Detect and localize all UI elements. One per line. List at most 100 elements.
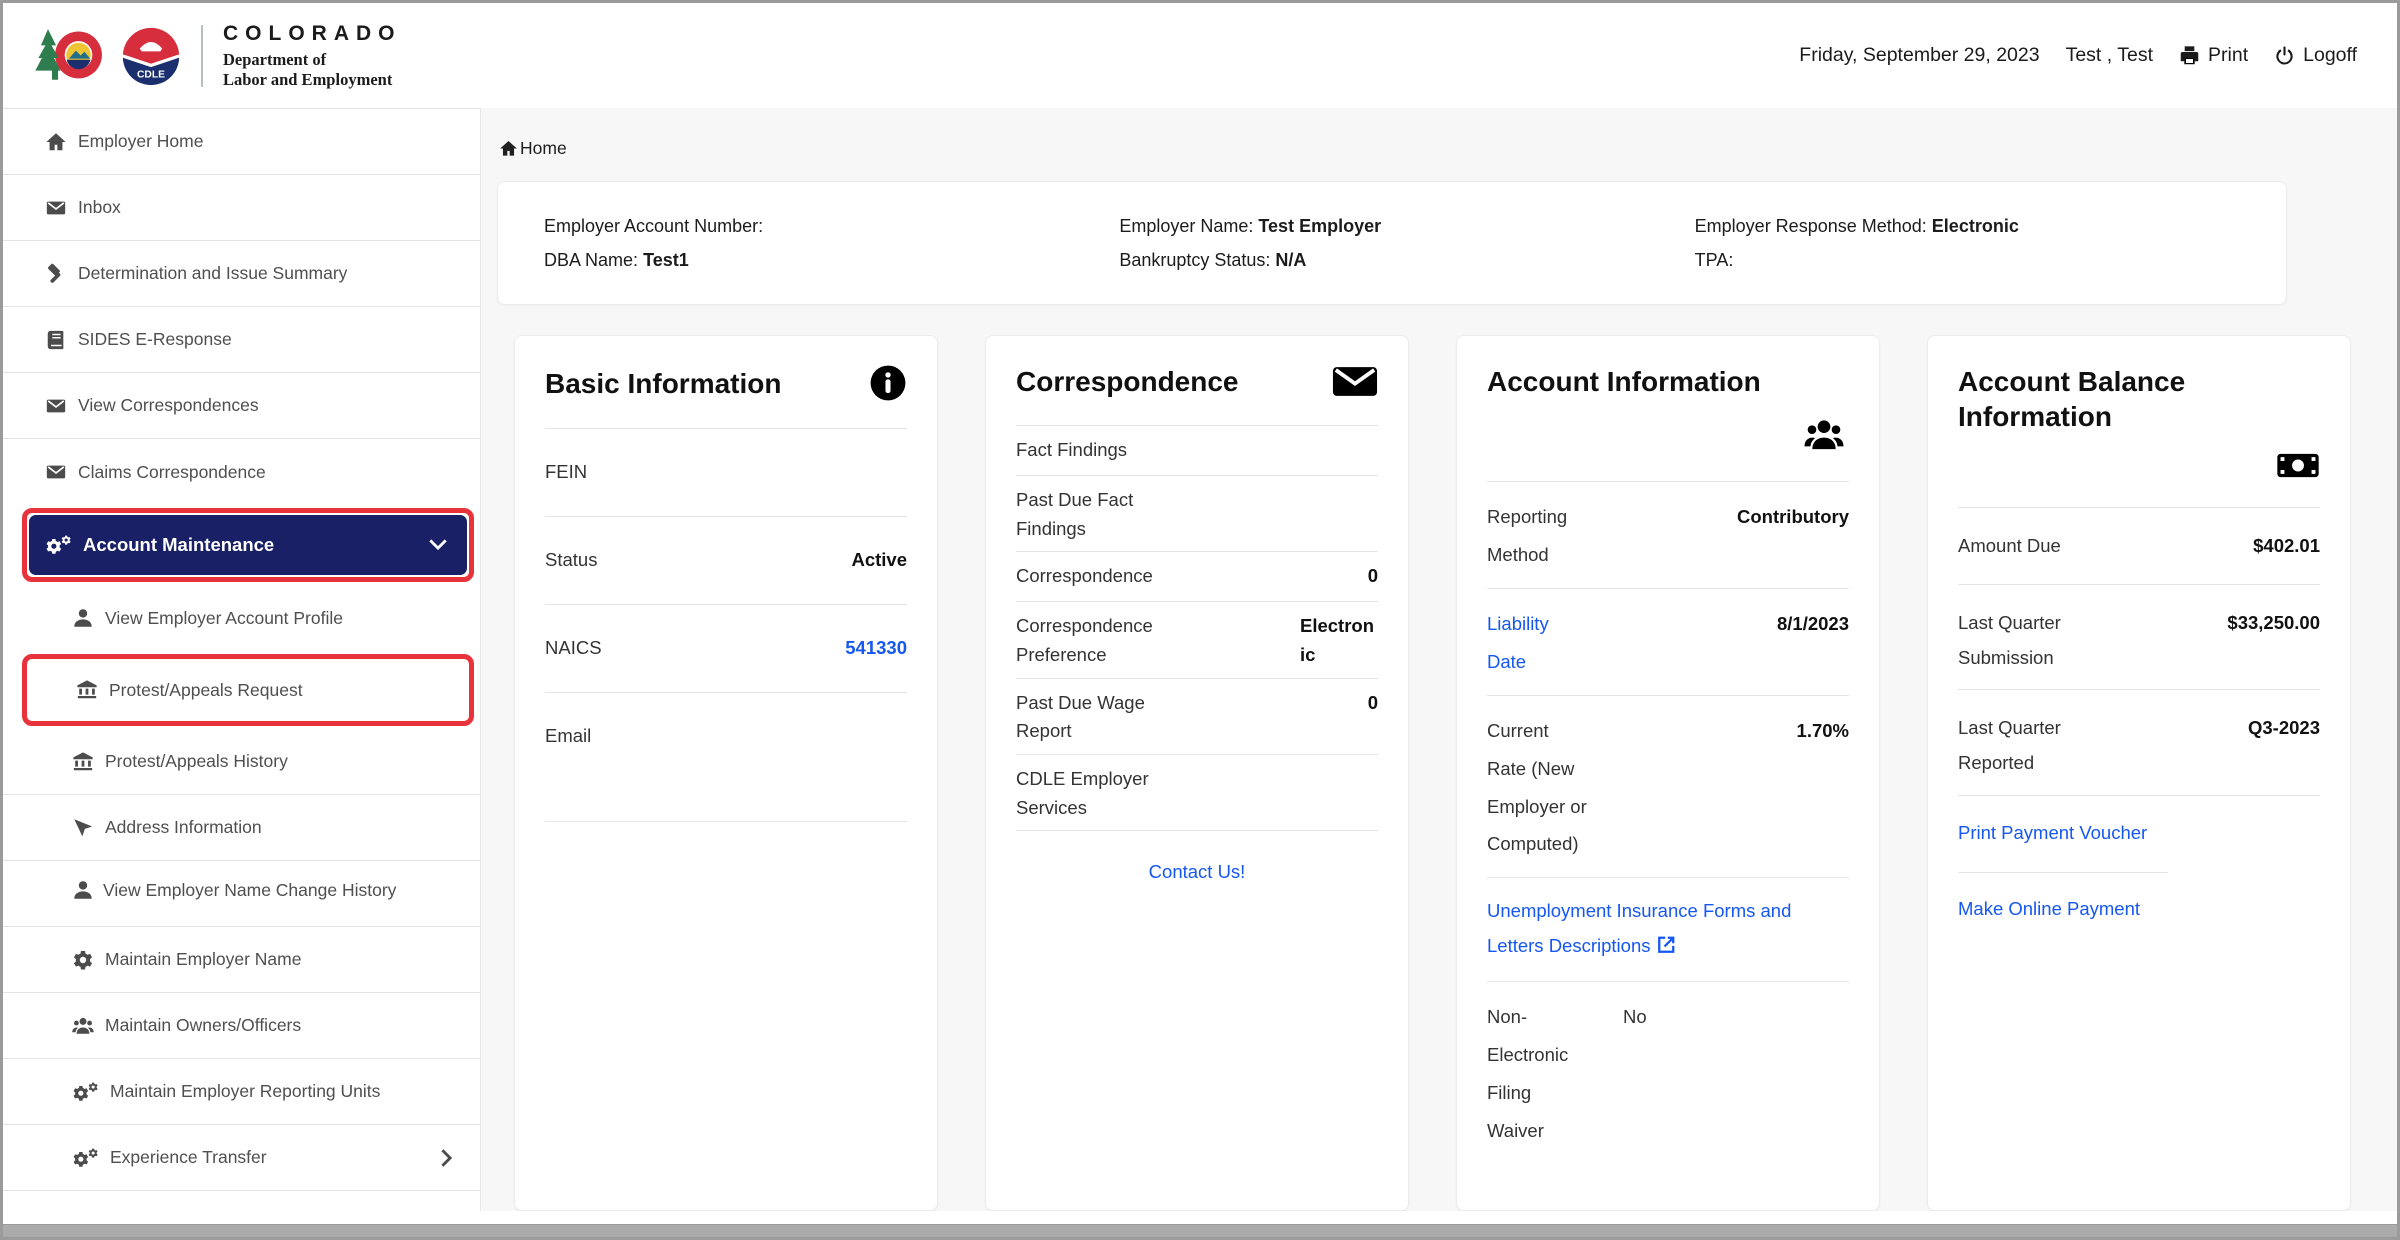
annotation-box-account-maintenance: Account Maintenance [22, 508, 474, 582]
info-circle-icon[interactable] [869, 364, 907, 402]
bank-icon [76, 679, 98, 701]
annotation-box-protest-appeals-request: Protest/Appeals Request [22, 654, 474, 726]
logged-in-user: Test , Test [2066, 44, 2153, 67]
sidebar-item-maintain-employer-reporting-units[interactable]: Maintain Employer Reporting Units [3, 1059, 480, 1125]
bankruptcy-status-value: N/A [1275, 250, 1306, 270]
past-due-wage-report-row: Past Due Wage Report 0 [1016, 678, 1378, 754]
external-link-icon [1656, 934, 1677, 955]
make-online-payment-row: Make Online Payment [1958, 872, 2320, 949]
sidebar-item-view-employer-name-change-history[interactable]: View Employer Name Change History [3, 861, 480, 927]
sidebar-item-inbox[interactable]: Inbox [3, 175, 480, 241]
contact-us-link[interactable]: Contact Us! [1149, 861, 1246, 882]
sidebar-item-claims-correspondence[interactable]: Claims Correspondence [3, 439, 480, 505]
make-online-payment-link[interactable]: Make Online Payment [1958, 898, 2140, 919]
status-row: Status Active [545, 516, 907, 604]
sidebar-item-employer-home[interactable]: Employer Home [3, 109, 480, 175]
correspondence-title: Correspondence [1016, 364, 1239, 399]
sidebar-item-protest-appeals-history[interactable]: Protest/Appeals History [3, 729, 480, 795]
sidebar-nav: Employer Home Inbox Determination and Is… [3, 108, 481, 1211]
print-button[interactable]: Print [2179, 44, 2248, 67]
employer-account-number-label: Employer Account Number: [544, 216, 763, 236]
sidebar-item-maintain-employer-name[interactable]: Maintain Employer Name [3, 927, 480, 993]
cogs-icon [72, 1081, 99, 1103]
ui-forms-row: Unemployment Insurance Forms and Letters… [1487, 877, 1849, 980]
sidebar-item-account-maintenance[interactable]: Account Maintenance [29, 515, 467, 575]
user-icon [72, 607, 94, 629]
past-due-fact-findings-row: Past Due Fact Findings [1016, 475, 1378, 551]
logo-title: COLORADO [223, 22, 402, 46]
power-icon [2274, 45, 2295, 66]
main-content: Home Employer Account Number: DBA Name: … [481, 108, 2397, 1211]
correspondence-card: Correspondence Fact Findings Past Due Fa… [985, 335, 1409, 1211]
fact-findings-row: Fact Findings [1016, 425, 1378, 475]
sidebar-item-view-employer-account-profile[interactable]: View Employer Account Profile [3, 585, 480, 651]
employer-name-value: Test Employer [1258, 216, 1381, 236]
tpa-label: TPA: [1695, 250, 1734, 270]
envelope-icon [45, 197, 67, 219]
employer-summary-bar: Employer Account Number: DBA Name: Test1… [497, 181, 2287, 305]
breadcrumb-home-label: Home [520, 138, 567, 159]
basic-information-title: Basic Information [545, 366, 781, 401]
non-electronic-filing-waiver-row: Non-Electronic Filing Waiver No [1487, 981, 1849, 1164]
sidebar-item-protest-appeals-request[interactable]: Protest/Appeals Request [29, 661, 467, 719]
basic-information-card: Basic Information FEIN Status Active NAI… [514, 335, 938, 1211]
sidebar-item-experience-transfer[interactable]: Experience Transfer [3, 1125, 480, 1191]
cdle-badge-icon: CDLE [121, 26, 181, 86]
correspondence-count-row: Correspondence 0 [1016, 551, 1378, 601]
liability-date-row: Liability Date 8/1/2023 [1487, 588, 1849, 695]
print-payment-voucher-link[interactable]: Print Payment Voucher [1958, 822, 2147, 843]
sidebar-item-view-correspondences[interactable]: View Correspondences [3, 373, 480, 439]
logo-subtitle-1: Department of [223, 50, 402, 70]
app-window: CDLE COLORADO Department of Labor and Em… [0, 0, 2400, 1240]
ui-forms-letters-link[interactable]: Unemployment Insurance Forms and Letters… [1487, 900, 1791, 955]
account-information-card: Account Information Reporting Method Con… [1456, 335, 1880, 1211]
bank-icon [72, 751, 94, 773]
svg-text:CDLE: CDLE [137, 69, 165, 80]
summary-col-1: Employer Account Number: DBA Name: Test1 [544, 209, 1089, 277]
current-rate-row: Current Rate (New Employer or Computed) … [1487, 695, 1849, 878]
logo-text: COLORADO Department of Labor and Employm… [223, 22, 402, 90]
app-header: CDLE COLORADO Department of Labor and Em… [3, 3, 2397, 108]
chevron-down-icon [427, 534, 449, 556]
envelope-icon [1332, 365, 1378, 398]
chevron-right-icon [436, 1147, 458, 1169]
dba-name-label: DBA Name: [544, 250, 638, 270]
logo-subtitle-2: Labor and Employment [223, 70, 402, 90]
money-bill-icon [2276, 450, 2320, 481]
account-balance-title: Account Balance Information [1958, 364, 2320, 434]
cogs-icon [72, 1147, 99, 1169]
horizontal-scrollbar[interactable] [3, 1224, 2397, 1237]
liability-date-link[interactable]: Liability Date [1487, 605, 1587, 681]
breadcrumb[interactable]: Home [499, 138, 2361, 159]
gavel-icon [45, 263, 67, 285]
home-icon [499, 139, 518, 158]
logoff-button[interactable]: Logoff [2274, 44, 2357, 67]
home-icon [45, 131, 67, 153]
contact-us-row: Contact Us! [1016, 830, 1378, 917]
users-icon [72, 1015, 94, 1037]
sidebar-item-address-information[interactable]: Address Information [3, 795, 480, 861]
naics-code-link[interactable]: 541330 [845, 630, 907, 665]
gear-icon [72, 949, 94, 971]
amount-due-row: Amount Due $402.01 [1958, 507, 2320, 584]
summary-col-2: Employer Name: Test Employer Bankruptcy … [1119, 209, 1664, 277]
summary-col-3: Employer Response Method: Electronic TPA… [1695, 209, 2240, 277]
cogs-icon [45, 534, 72, 556]
account-balance-card: Account Balance Information Amount Due $… [1927, 335, 2351, 1211]
last-quarter-reported-row: Last Quarter Reported Q3-2023 [1958, 689, 2320, 794]
print-icon [2179, 45, 2200, 66]
sidebar-item-determination-summary[interactable]: Determination and Issue Summary [3, 241, 480, 307]
sidebar-item-sides-eresponse[interactable]: SIDES E-Response [3, 307, 480, 373]
employer-response-method-value: Electronic [1932, 216, 2019, 236]
account-information-title: Account Information [1487, 364, 1761, 399]
sidebar-item-maintain-owners-officers[interactable]: Maintain Owners/Officers [3, 993, 480, 1059]
user-icon [72, 879, 94, 901]
naics-row: NAICS 541330 [545, 604, 907, 692]
header-actions: Friday, September 29, 2023 Test , Test P… [1799, 44, 2357, 67]
cdle-employer-services-row: CDLE Employer Services [1016, 754, 1378, 830]
cdle-logo: CDLE COLORADO Department of Labor and Em… [33, 22, 402, 90]
users-icon [1799, 415, 1849, 455]
email-row: Email [545, 692, 907, 822]
reporting-method-row: Reporting Method Contributory [1487, 481, 1849, 588]
employer-response-method-label: Employer Response Method: [1695, 216, 1927, 236]
